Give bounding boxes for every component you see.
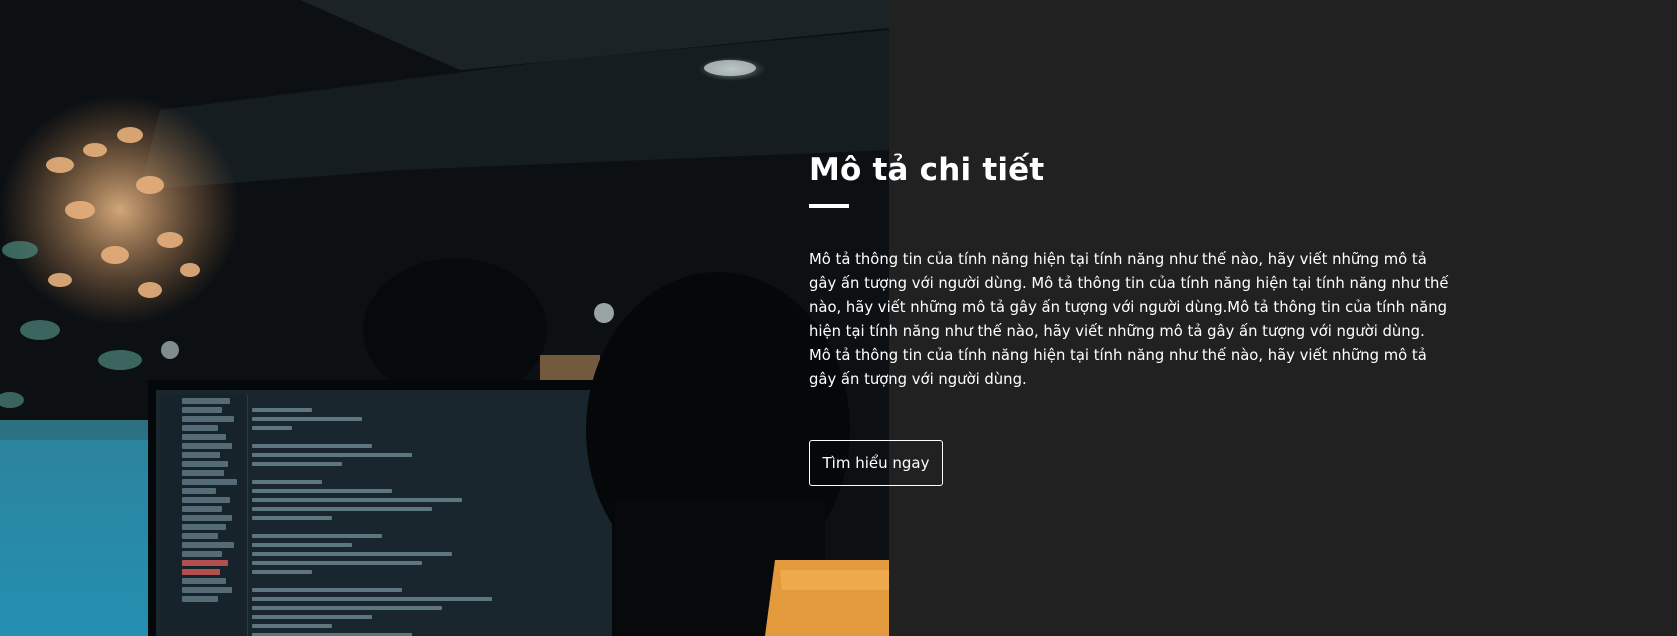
learn-more-button[interactable]: Tìm hiểu ngay xyxy=(809,440,943,486)
title-underline xyxy=(809,204,849,208)
feature-section: Mô tả chi tiết Mô tả thông tin của tính … xyxy=(0,0,1677,636)
code-editor-screen xyxy=(160,395,610,636)
feature-content: Mô tả chi tiết Mô tả thông tin của tính … xyxy=(809,148,1449,486)
developer-workspace-photo xyxy=(0,0,889,636)
feature-title: Mô tả chi tiết xyxy=(809,152,1045,188)
feature-description: Mô tả thông tin của tính năng hiện tại t… xyxy=(809,251,1449,388)
file-tree xyxy=(160,395,248,636)
code-lines xyxy=(252,403,610,636)
